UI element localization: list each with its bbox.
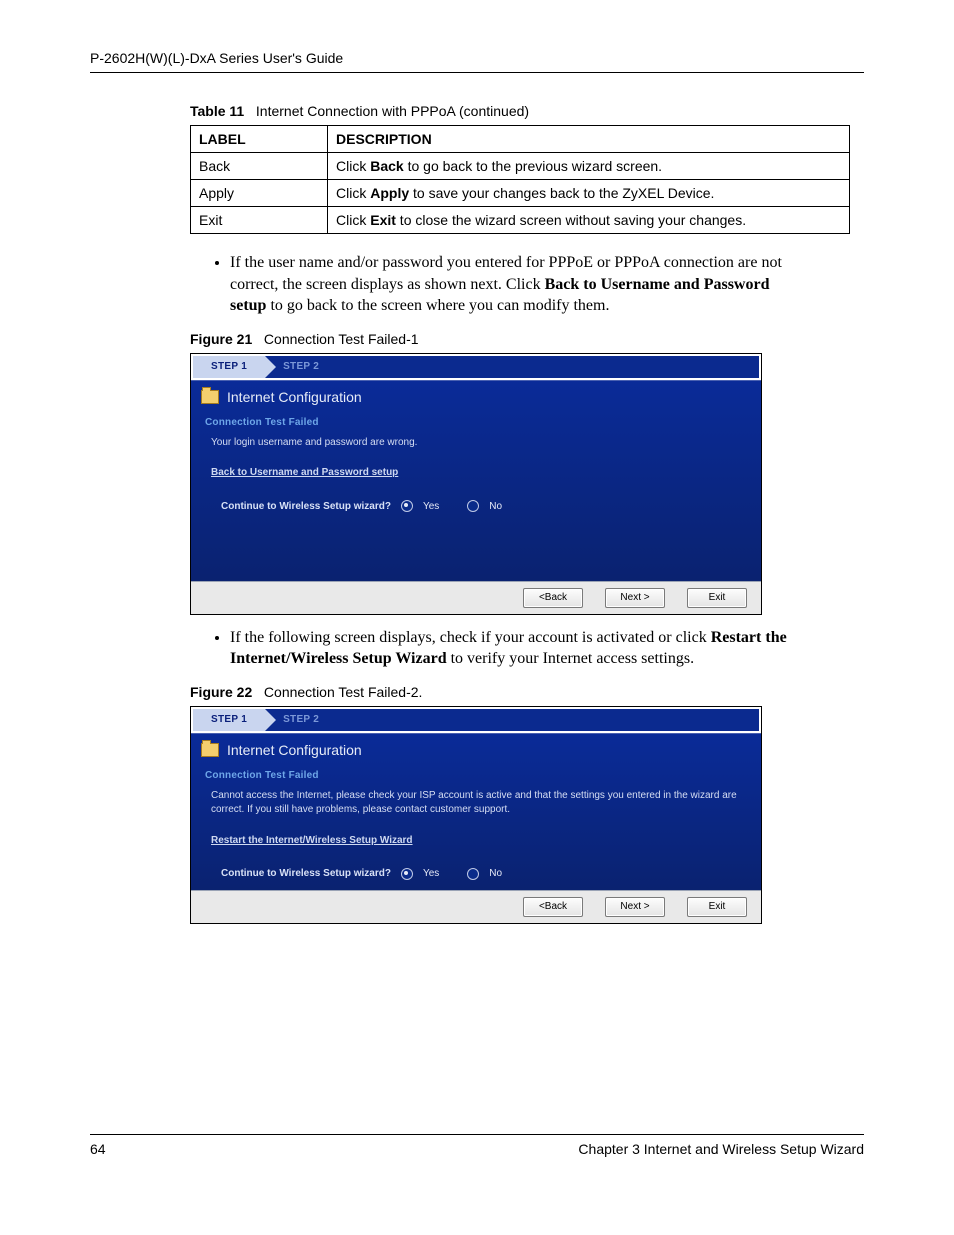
table-caption-text: Internet Connection with PPPoA (continue… [256, 103, 529, 119]
wizard-section-title: Connection Test Failed [191, 764, 761, 783]
col-description: DESCRIPTION [328, 126, 850, 153]
radio-no-label: No [489, 868, 502, 879]
wizard-button-bar: <Back Next > Exit [191, 581, 761, 614]
radio-yes-label: Yes [423, 868, 439, 879]
wizard-section-title: Connection Test Failed [191, 411, 761, 430]
figure-caption-text: Connection Test Failed-1 [264, 331, 419, 347]
continue-question: Continue to Wireless Setup wizard? [221, 501, 391, 512]
table-row: Apply Click Apply to save your changes b… [191, 180, 850, 207]
radio-yes[interactable] [401, 500, 413, 512]
radio-no[interactable] [467, 500, 479, 512]
continue-question-row: Continue to Wireless Setup wizard? Yes N… [191, 482, 761, 542]
wizard-title: Internet Configuration [191, 381, 761, 411]
back-to-username-link[interactable]: Back to Username and Password setup [211, 467, 398, 478]
figure21-caption: Figure 21 Connection Test Failed-1 [190, 331, 864, 347]
page-footer: 64 Chapter 3 Internet and Wireless Setup… [90, 1134, 864, 1157]
cell-label: Apply [191, 180, 328, 207]
figure-caption-text: Connection Test Failed-2. [264, 684, 423, 700]
back-button[interactable]: <Back [523, 588, 583, 608]
page-header: P-2602H(W)(L)-DxA Series User's Guide [90, 50, 864, 73]
radio-yes-label: Yes [423, 501, 439, 512]
continue-question: Continue to Wireless Setup wizard? [221, 868, 391, 879]
figure22-caption: Figure 22 Connection Test Failed-2. [190, 684, 864, 700]
wizard-button-bar: <Back Next > Exit [191, 890, 761, 923]
cell-desc: Click Back to go back to the previous wi… [328, 153, 850, 180]
chapter-label: Chapter 3 Internet and Wireless Setup Wi… [578, 1141, 864, 1157]
wizard-title: Internet Configuration [191, 734, 761, 764]
figure22-wizard: STEP 1 STEP 2 Internet Configuration Con… [190, 706, 762, 924]
step1-tab[interactable]: STEP 1 [193, 709, 265, 731]
figure-caption-prefix: Figure 21 [190, 331, 252, 347]
list-item: If the user name and/or password you ent… [230, 252, 804, 317]
exit-button[interactable]: Exit [687, 897, 747, 917]
step1-tab[interactable]: STEP 1 [193, 356, 265, 378]
restart-wizard-link[interactable]: Restart the Internet/Wireless Setup Wiza… [211, 835, 413, 846]
folder-icon [201, 390, 219, 404]
radio-yes[interactable] [401, 868, 413, 880]
list-item: If the following screen displays, check … [230, 627, 804, 670]
body-bullet-1: If the user name and/or password you ent… [210, 252, 804, 317]
wizard1-message: Your login username and password are wro… [191, 430, 761, 453]
radio-no[interactable] [467, 868, 479, 880]
table-header-row: LABEL DESCRIPTION [191, 126, 850, 153]
page-number: 64 [90, 1141, 106, 1157]
wizard1-link-row: Back to Username and Password setup [191, 452, 761, 482]
next-button[interactable]: Next > [605, 588, 665, 608]
cell-desc: Click Exit to close the wizard screen wi… [328, 207, 850, 234]
table-caption-prefix: Table 11 [190, 103, 244, 119]
wizard2-message: Cannot access the Internet, please check… [191, 783, 761, 820]
cell-desc: Click Apply to save your changes back to… [328, 180, 850, 207]
step-tabs: STEP 1 STEP 2 [193, 709, 759, 731]
table-row: Back Click Back to go back to the previo… [191, 153, 850, 180]
figure21-wizard: STEP 1 STEP 2 Internet Configuration Con… [190, 353, 762, 615]
cell-label: Back [191, 153, 328, 180]
table-caption: Table 11 Internet Connection with PPPoA … [190, 103, 864, 119]
wizard2-link-row: Restart the Internet/Wireless Setup Wiza… [191, 820, 761, 850]
figure-caption-prefix: Figure 22 [190, 684, 252, 700]
back-button[interactable]: <Back [523, 897, 583, 917]
continue-question-row: Continue to Wireless Setup wizard? Yes N… [191, 850, 761, 890]
exit-button[interactable]: Exit [687, 588, 747, 608]
next-button[interactable]: Next > [605, 897, 665, 917]
body-bullet-2: If the following screen displays, check … [210, 627, 804, 670]
wizard-title-text: Internet Configuration [227, 389, 362, 405]
folder-icon [201, 743, 219, 757]
table-row: Exit Click Exit to close the wizard scre… [191, 207, 850, 234]
step-tabs: STEP 1 STEP 2 [193, 356, 759, 378]
wizard-title-text: Internet Configuration [227, 742, 362, 758]
col-label: LABEL [191, 126, 328, 153]
label-description-table: LABEL DESCRIPTION Back Click Back to go … [190, 125, 850, 234]
radio-no-label: No [489, 501, 502, 512]
cell-label: Exit [191, 207, 328, 234]
